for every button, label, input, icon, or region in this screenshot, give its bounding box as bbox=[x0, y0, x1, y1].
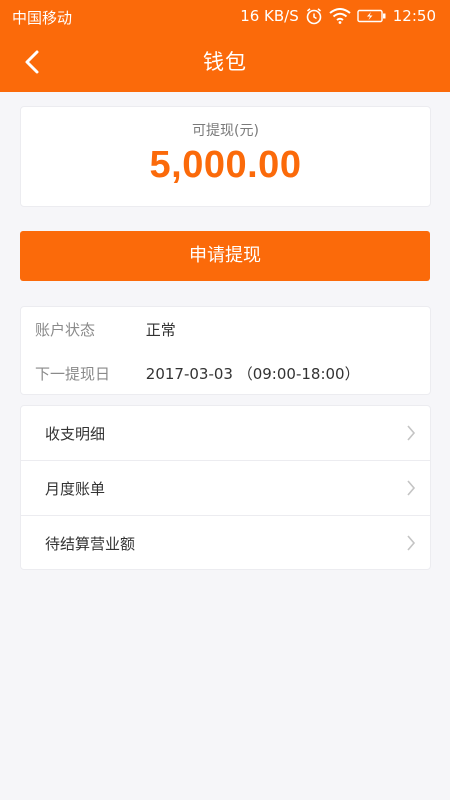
wifi-icon bbox=[329, 8, 351, 24]
chevron-right-icon bbox=[407, 425, 416, 441]
battery-icon bbox=[357, 9, 387, 23]
carrier-name: 中国移动 bbox=[12, 9, 73, 27]
withdrawable-amount: 5,000.00 bbox=[149, 144, 302, 186]
menu-item-transactions[interactable]: 收支明细 bbox=[21, 406, 430, 461]
status-indicators: 16 KB/S 12:50 bbox=[234, 7, 436, 25]
account-status-row: 账户状态 正常 bbox=[35, 319, 176, 340]
menu-item-label: 收支明细 bbox=[45, 425, 106, 443]
menu-item-label: 月度账单 bbox=[45, 480, 106, 498]
status-bar: 中国移动 16 KB/S 12:50 bbox=[0, 0, 450, 32]
menu-item-label: 待结算营业额 bbox=[45, 535, 136, 553]
navigation-bar: 钱包 bbox=[0, 32, 450, 92]
account-info-card: 账户状态 正常 下一提现日 2017-03-03 （09:00-18:00） bbox=[20, 306, 431, 395]
clock-time: 12:50 bbox=[392, 7, 436, 25]
withdrawable-label: 可提现(元) bbox=[192, 123, 259, 139]
page-title: 钱包 bbox=[203, 50, 247, 74]
menu-list: 收支明细 月度账单 待结算营业额 bbox=[20, 405, 431, 570]
account-status-label: 账户状态 bbox=[35, 321, 96, 339]
menu-item-pending-settlement[interactable]: 待结算营业额 bbox=[21, 516, 430, 570]
balance-card: 可提现(元) 5,000.00 bbox=[20, 106, 431, 207]
network-speed: 16 KB/S bbox=[240, 7, 299, 25]
next-withdraw-date-row: 下一提现日 2017-03-03 （09:00-18:00） bbox=[35, 363, 360, 384]
apply-withdraw-button[interactable]: 申请提现 bbox=[20, 231, 430, 281]
menu-item-monthly-bill[interactable]: 月度账单 bbox=[21, 461, 430, 516]
chevron-right-icon bbox=[407, 535, 416, 551]
account-status-value: 正常 bbox=[145, 321, 176, 339]
header: 中国移动 16 KB/S 12:50 钱包 bbox=[0, 0, 450, 92]
next-withdraw-date-value: 2017-03-03 （09:00-18:00） bbox=[145, 365, 360, 383]
alarm-icon bbox=[305, 7, 323, 25]
chevron-right-icon bbox=[407, 480, 416, 496]
next-withdraw-date-label: 下一提现日 bbox=[35, 365, 111, 383]
